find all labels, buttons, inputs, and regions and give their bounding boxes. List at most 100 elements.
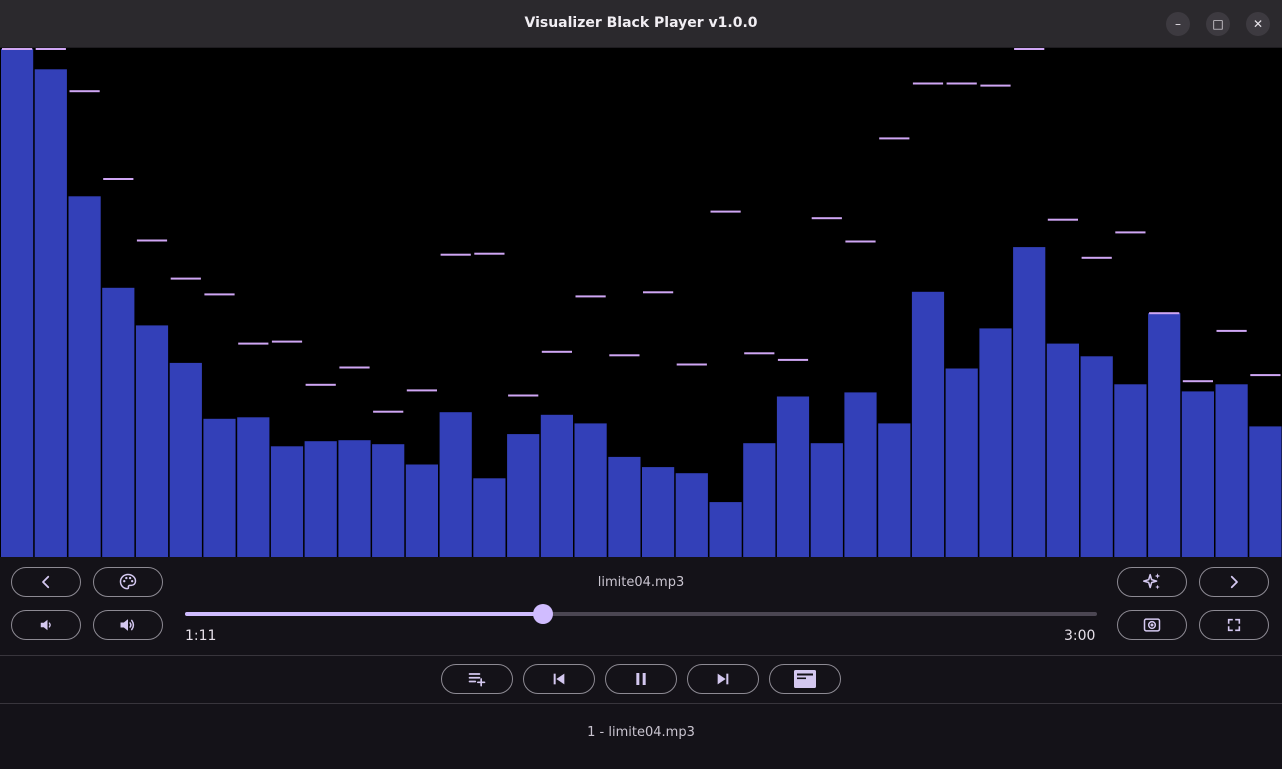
close-icon: ✕ xyxy=(1252,17,1264,31)
visualizer-peak xyxy=(69,90,100,93)
now-playing-filename: limite04.mp3 xyxy=(597,575,685,590)
visualizer-bar xyxy=(540,414,573,557)
visualizer-peak xyxy=(2,48,33,50)
visualizer-bar xyxy=(405,464,438,557)
minimize-icon: – xyxy=(1175,17,1181,31)
toggle-panel-button[interactable] xyxy=(769,664,841,694)
visualizer-peak xyxy=(406,389,437,392)
visualizer-bar xyxy=(34,69,67,557)
volume-down-button[interactable] xyxy=(11,610,81,640)
visualizer-peak xyxy=(271,340,303,343)
visualizer-peak xyxy=(373,410,404,413)
visualizer-peak xyxy=(845,240,876,243)
visualizer-peak xyxy=(1182,380,1213,383)
visualizer-bar xyxy=(237,417,270,557)
pause-icon xyxy=(636,673,646,685)
visualizer-peak xyxy=(676,363,707,366)
next-track-button[interactable] xyxy=(687,664,759,694)
visualizer-bar xyxy=(68,196,101,557)
visualizer-bar xyxy=(473,478,506,557)
visualizer-bar xyxy=(1148,313,1181,557)
visualizer-peak xyxy=(474,252,505,255)
sparkle-icon xyxy=(1142,573,1161,590)
visualizer-peak xyxy=(1216,329,1247,332)
seek-progress xyxy=(185,612,543,616)
close-button[interactable]: ✕ xyxy=(1246,12,1270,36)
visualizer-bar xyxy=(675,473,708,557)
visualizer-bar xyxy=(507,434,540,557)
seek-slider[interactable] xyxy=(185,604,1097,624)
visualizer-peak xyxy=(103,178,134,180)
fullscreen-button[interactable] xyxy=(1199,610,1269,640)
visualizer-peak xyxy=(1047,218,1078,221)
controls-panel: limite04.mp3 1:11 3:00 1 - limite04.mp3 xyxy=(0,557,1282,769)
visualizer-peak xyxy=(710,210,741,213)
visualizer-canvas xyxy=(0,48,1282,557)
pause-button[interactable] xyxy=(605,664,677,694)
visualizer-peak xyxy=(777,358,809,361)
visualizer-peak xyxy=(912,82,944,85)
visualizer-peak xyxy=(35,48,66,50)
visualizer-bar xyxy=(1249,426,1282,557)
visualizer-bar xyxy=(1046,343,1079,557)
visualizer-peak xyxy=(575,295,606,298)
playlist-item[interactable]: 1 - limite04.mp3 xyxy=(0,725,1282,740)
volume-up-icon xyxy=(120,619,135,631)
visualizer-peak xyxy=(879,137,910,140)
visualizer-bar xyxy=(372,444,405,557)
previous-track-button[interactable] xyxy=(523,664,595,694)
volume-up-button[interactable] xyxy=(93,610,163,640)
visualizer-bar xyxy=(270,446,304,557)
visualizer-bar xyxy=(574,423,607,557)
visualizer-bar xyxy=(1013,247,1046,557)
volume-down-icon xyxy=(40,619,51,631)
visualizer-peak xyxy=(946,82,977,85)
skip-previous-icon xyxy=(553,673,565,685)
title-bar: Visualizer Black Player v1.0.0 – □ ✕ xyxy=(0,0,1282,48)
visualizer-peak xyxy=(1014,48,1045,50)
visualizer-bar xyxy=(608,456,641,557)
visualizer-bar xyxy=(304,441,337,557)
visualizer-peak xyxy=(609,354,640,357)
visualizer-bar xyxy=(135,325,169,557)
fullscreen-icon xyxy=(1227,618,1241,632)
minimize-button[interactable]: – xyxy=(1166,12,1190,36)
visualizer-peak xyxy=(744,352,775,355)
add-to-playlist-button[interactable] xyxy=(441,664,513,694)
visualizer-bars xyxy=(1,48,1282,557)
maximize-icon: □ xyxy=(1212,17,1224,31)
playlist-separator xyxy=(0,703,1282,704)
visualizer-bar xyxy=(878,423,911,557)
playlist-add-icon xyxy=(468,673,486,687)
visualizer-bar xyxy=(102,287,135,557)
visualizer-bar xyxy=(1114,384,1147,557)
visualizer-peak xyxy=(204,293,235,296)
effects-button[interactable] xyxy=(1117,567,1187,597)
elapsed-time: 1:11 xyxy=(185,628,217,644)
visualizer-peak xyxy=(643,291,674,294)
visualizer-peak xyxy=(1250,374,1281,377)
visualizer-peak xyxy=(1115,231,1146,234)
window-title: Visualizer Black Player v1.0.0 xyxy=(524,15,758,31)
visualizer-bar xyxy=(911,291,945,557)
maximize-button[interactable]: □ xyxy=(1206,12,1230,36)
visualizer-peak xyxy=(980,84,1011,87)
seek-thumb[interactable] xyxy=(532,604,553,624)
visualizer-bar xyxy=(979,328,1012,557)
visualizer-peak xyxy=(305,383,336,386)
skip-next-icon xyxy=(717,673,729,685)
visualizer-bar xyxy=(810,443,843,557)
visualizer-bar xyxy=(776,396,810,557)
panel-icon xyxy=(794,670,816,688)
screen-record-button[interactable] xyxy=(1117,610,1187,640)
visualizer-bar xyxy=(439,412,472,557)
visualizer-bar xyxy=(1,49,34,557)
visualizer-peak xyxy=(238,342,269,345)
visualizer-peak xyxy=(440,253,471,256)
visualizer-bar xyxy=(844,392,877,557)
controls-separator xyxy=(0,655,1282,656)
visualizer-peak xyxy=(811,217,842,220)
visualizer-peak xyxy=(136,239,168,242)
next-visualizer-button[interactable] xyxy=(1199,567,1269,597)
visualizer-bar xyxy=(203,418,236,557)
